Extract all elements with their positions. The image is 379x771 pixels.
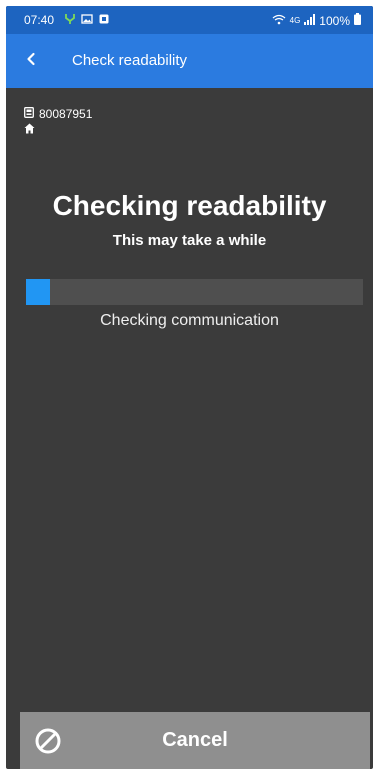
battery-percent: 100% (319, 13, 350, 28)
chevron-left-icon (25, 52, 37, 71)
fork-icon (64, 13, 76, 28)
app-bar: Check readability (6, 34, 373, 88)
page-title: Check readability (72, 52, 188, 69)
progress-bar (26, 279, 363, 305)
progress-fill (26, 279, 50, 305)
location-row (24, 122, 92, 138)
status-time: 07:40 (24, 13, 55, 27)
device-id-row: 80087951 (24, 106, 92, 122)
cancel-label: Cancel (162, 729, 228, 751)
device-id: 80087951 (39, 107, 93, 121)
device-icon (24, 107, 34, 121)
status-heading: Checking readability (52, 190, 327, 221)
status-icons-left (64, 13, 110, 28)
signal-icon (304, 13, 316, 28)
wifi-icon (272, 14, 286, 28)
progress-label: Checking communication (100, 312, 279, 329)
status-icons-right: 4G 100% (272, 13, 361, 28)
battery-icon (354, 13, 361, 28)
cancel-button[interactable]: Cancel (20, 712, 370, 769)
back-button[interactable] (14, 44, 48, 78)
network-type: 4G (289, 16, 301, 25)
status-bar: 07:40 4G 100% (6, 6, 373, 34)
device-info: 80087951 (24, 106, 92, 138)
image-icon (81, 13, 93, 28)
status-subheading: This may take a while (112, 232, 267, 249)
home-icon (24, 123, 35, 137)
phone-screen: 07:40 4G 100% Check readability 80087951… (6, 6, 373, 769)
app-icon (98, 13, 110, 28)
